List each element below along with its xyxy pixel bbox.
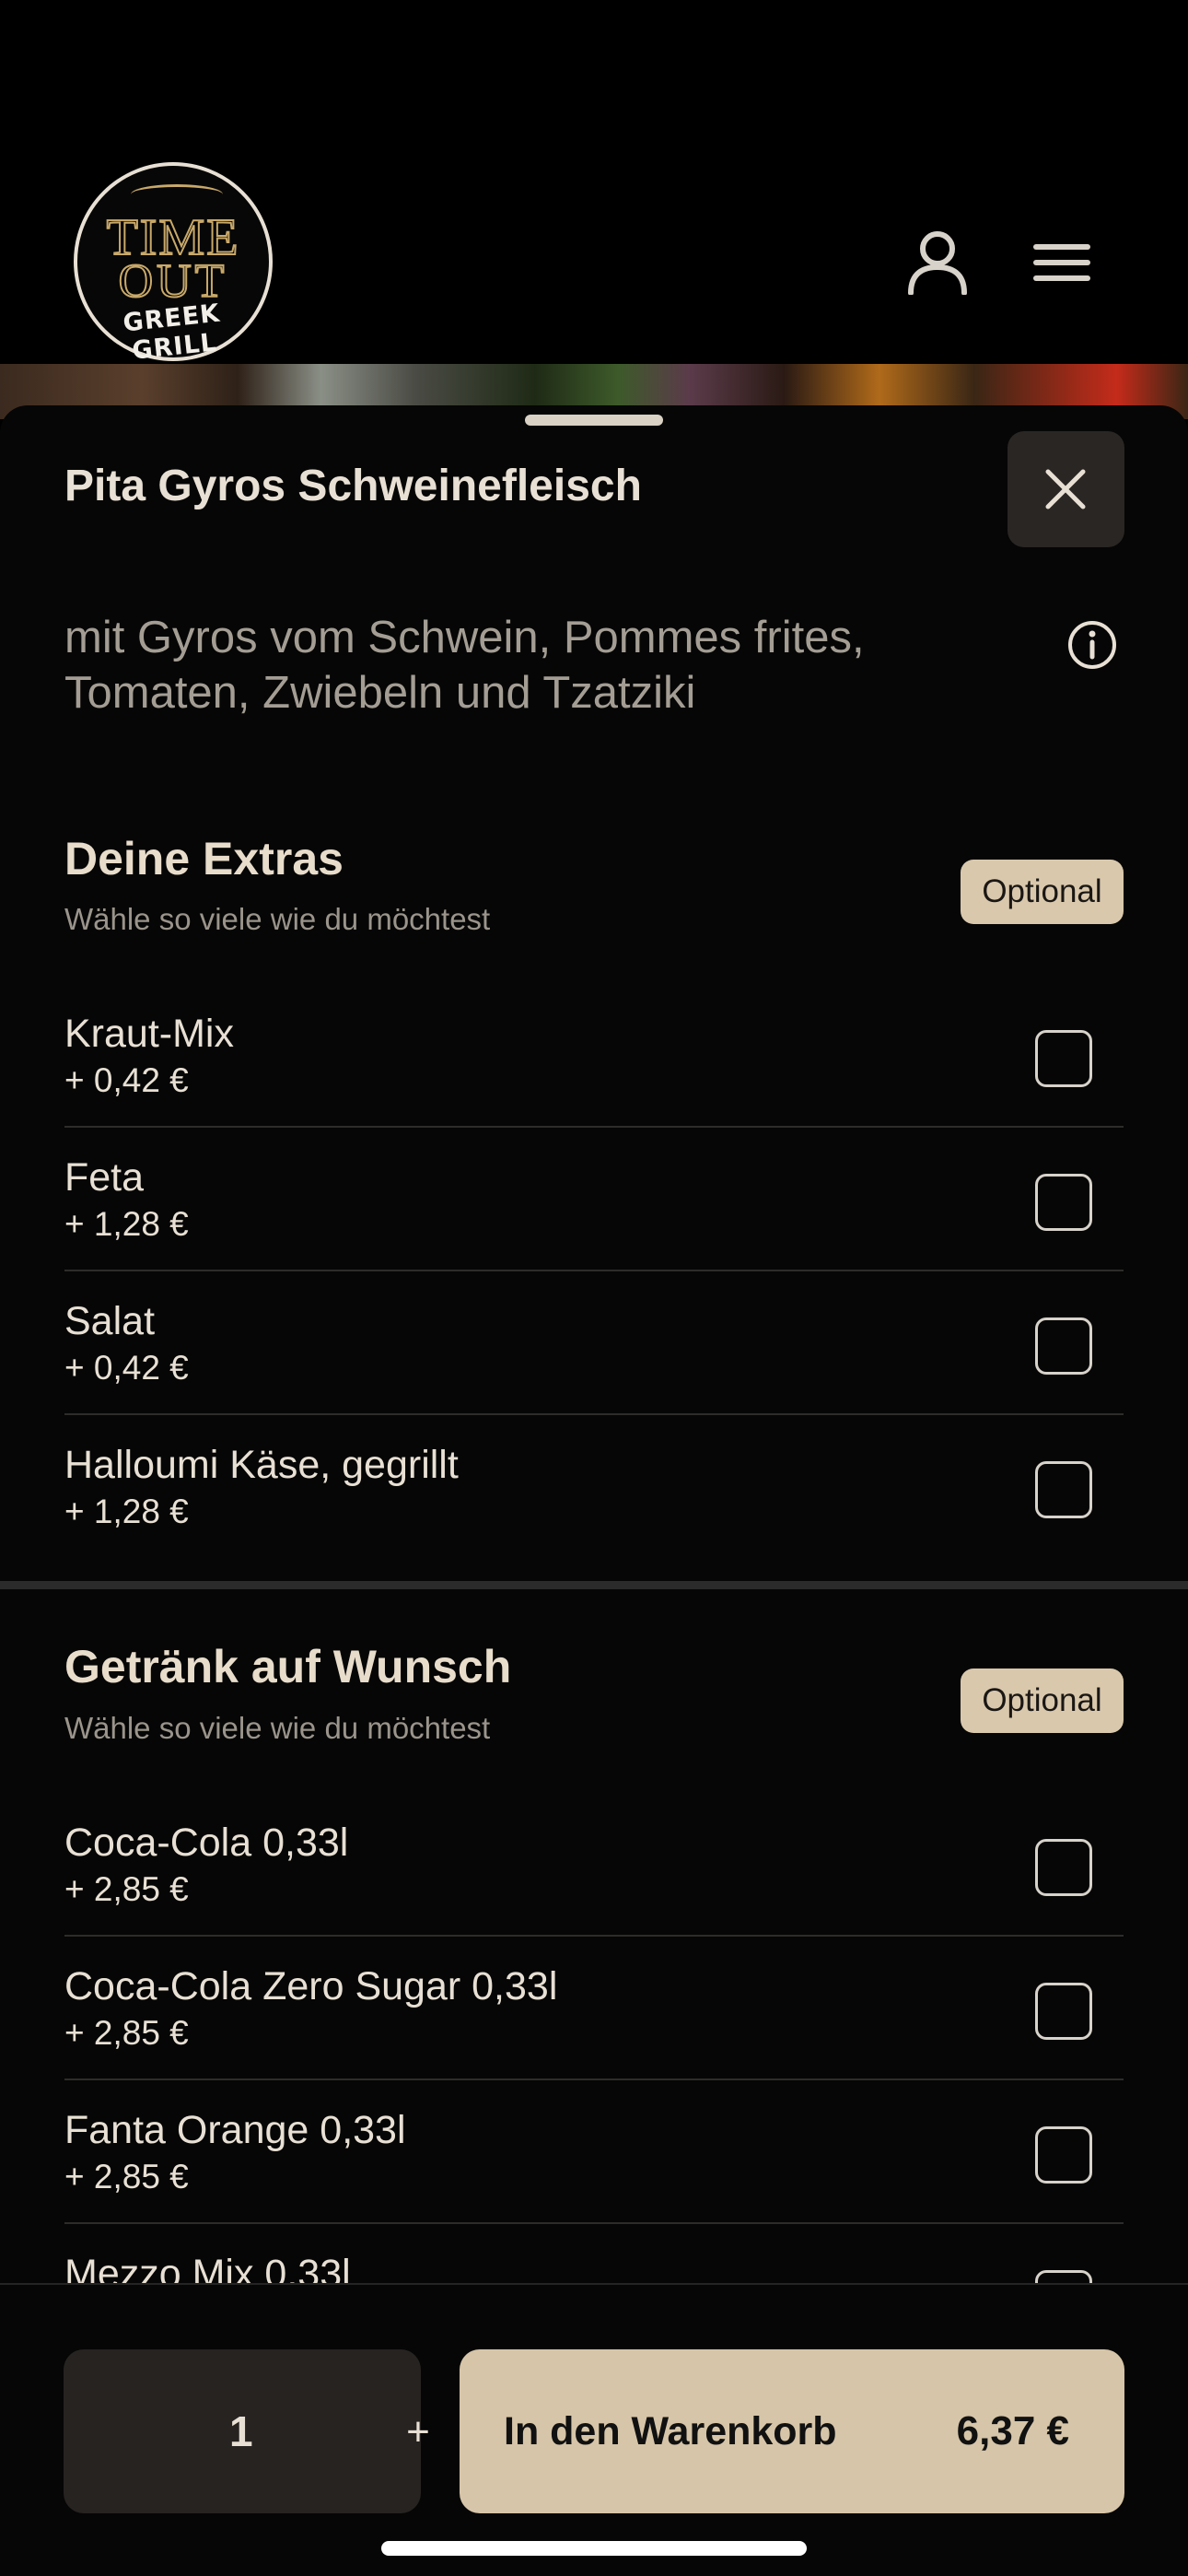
product-sheet: Pita Gyros Schweinefleisch mit Gyros vom…	[0, 405, 1188, 2285]
extras-title: Deine Extras	[64, 833, 344, 884]
option-price: + 1,28 €	[64, 1205, 189, 1243]
product-description: mit Gyros vom Schwein, Pommes frites, To…	[64, 613, 865, 718]
option-name: Salat	[64, 1299, 156, 1343]
logo-ornament	[131, 184, 223, 205]
close-button[interactable]	[1007, 431, 1124, 547]
info-icon[interactable]	[1066, 619, 1118, 671]
app-header: TIME OUT GREEK GRILL	[0, 0, 1188, 366]
option-checkbox[interactable]	[1035, 1839, 1092, 1896]
option-checkbox[interactable]	[1035, 1983, 1092, 2040]
option-name: Fanta Orange 0,33l	[64, 2108, 406, 2152]
menu-icon[interactable]	[1033, 243, 1090, 282]
list-item[interactable]: Fanta Orange 0,33l + 2,85 €	[64, 2080, 1124, 2224]
option-checkbox[interactable]	[1035, 1174, 1092, 1231]
section-divider	[0, 1581, 1188, 1589]
option-checkbox[interactable]	[1035, 2126, 1092, 2184]
close-icon	[1045, 469, 1086, 509]
option-price: + 2,85 €	[64, 2158, 189, 2195]
list-item[interactable]: Coca-Cola Zero Sugar 0,33l + 2,85 €	[64, 1937, 1124, 2080]
option-name: Coca-Cola 0,33l	[64, 1821, 349, 1865]
list-item[interactable]: Mezzo Mix 0,33l	[64, 2224, 1124, 2285]
list-item[interactable]: Feta + 1,28 €	[64, 1128, 1124, 1271]
extras-subtitle: Wähle so viele wie du möchtest	[64, 902, 491, 936]
bottom-action-bar: 1 + In den Warenkorb 6,37 €	[0, 2283, 1188, 2576]
option-price: + 2,85 €	[64, 2014, 189, 2052]
increase-quantity-button[interactable]: +	[390, 2405, 446, 2460]
user-icon[interactable]	[907, 230, 968, 295]
home-indicator[interactable]	[381, 2541, 807, 2556]
option-name: Feta	[64, 1155, 145, 1200]
list-item[interactable]: Kraut-Mix + 0,42 €	[64, 984, 1124, 1128]
option-name: Halloumi Käse, gegrillt	[64, 1443, 459, 1487]
option-name: Kraut-Mix	[64, 1012, 234, 1056]
list-item[interactable]: Coca-Cola 0,33l + 2,85 €	[64, 1793, 1124, 1937]
option-checkbox[interactable]	[1035, 1030, 1092, 1087]
quantity-stepper[interactable]: 1 +	[64, 2349, 430, 2513]
sheet-grabber[interactable]	[525, 415, 663, 426]
list-item[interactable]: Salat + 0,42 €	[64, 1271, 1124, 1415]
option-price: + 2,85 €	[64, 1870, 189, 1908]
optional-badge: Optional	[961, 1669, 1124, 1733]
quantity-value: 1	[229, 2407, 253, 2455]
option-checkbox[interactable]	[1035, 1317, 1092, 1375]
optional-badge: Optional	[961, 860, 1124, 924]
option-name: Coca-Cola Zero Sugar 0,33l	[64, 1964, 558, 2008]
add-to-cart-label: In den Warenkorb	[504, 2409, 837, 2453]
list-item[interactable]: Halloumi Käse, gegrillt + 1,28 €	[64, 1415, 1124, 1559]
drinks-title: Getränk auf Wunsch	[64, 1641, 512, 1692]
option-price: + 0,42 €	[64, 1061, 189, 1099]
total-price: 6,37 €	[956, 2408, 1069, 2453]
product-title: Pita Gyros Schweinefleisch	[64, 462, 642, 510]
option-price: + 0,42 €	[64, 1349, 189, 1387]
add-to-cart-button[interactable]: In den Warenkorb 6,37 €	[460, 2349, 1124, 2513]
option-price: + 1,28 €	[64, 1493, 189, 1530]
restaurant-logo[interactable]: TIME OUT GREEK GRILL	[74, 162, 273, 366]
option-checkbox[interactable]	[1035, 1461, 1092, 1518]
option-name: Mezzo Mix 0,33l	[64, 2252, 351, 2285]
drinks-subtitle: Wähle so viele wie du möchtest	[64, 1711, 491, 1745]
